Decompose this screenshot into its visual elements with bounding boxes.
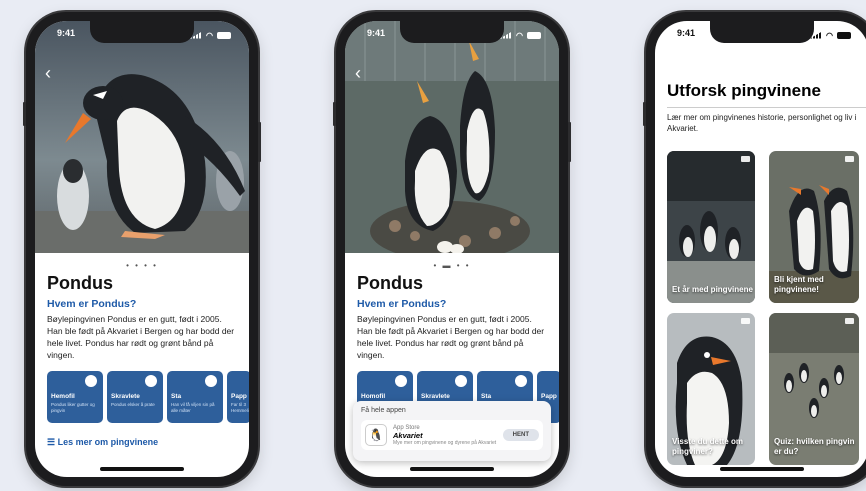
- app-row: 🐧 App Store Akvariet Mye mer om pingvine…: [361, 420, 543, 450]
- read-more-label: Les mer om pingvinene: [57, 437, 159, 447]
- phone-2: 9:41 ◠ ‹ • ▬ • • Pondus Hvem er Pondus? …: [333, 12, 571, 486]
- section-heading: Hvem er Pondus?: [357, 298, 447, 310]
- screen: 9:41 ◠ ‹ • ▬ • • Pondus Hvem er Pondus? …: [345, 21, 559, 477]
- page-title: Utforsk pingvinene: [667, 81, 821, 100]
- speaker-icon: [145, 375, 157, 387]
- app-name: Akvariet: [393, 430, 423, 440]
- trait-title: Sta: [481, 393, 492, 400]
- chat-bubble-icon: [515, 375, 527, 387]
- trait-title: Skravlete: [111, 393, 140, 400]
- trait-cards: Hemofil Pondus liker gutter og pingvin Sk…: [47, 371, 249, 423]
- tile-label: Bli kjent med pingvinene!: [774, 275, 824, 294]
- tile-label: Et år med pingvinene: [672, 285, 753, 294]
- explore-tile[interactable]: Bli kjent med pingvinene!: [769, 151, 859, 303]
- wifi-icon: ◠: [206, 30, 213, 40]
- wifi-icon: ◠: [516, 30, 523, 40]
- penguin-name: Pondus: [47, 273, 113, 293]
- heart-icon: [395, 375, 407, 387]
- battery-icon: [527, 31, 541, 39]
- read-more-link[interactable]: ☰ Les mer om pingvinene: [47, 437, 239, 448]
- signal-icon: [190, 31, 203, 39]
- phone-1: 9:41 ◠ ‹ • • • • Pondus Hvem er Pondus? …: [23, 12, 261, 486]
- page-indicator: • • • •: [126, 261, 158, 270]
- back-chevron-icon[interactable]: ‹: [355, 63, 361, 84]
- status-time: 9:41: [367, 28, 386, 38]
- home-indicator: [410, 467, 494, 471]
- trait-subtitle: Han vil få viljen sin på alle måter: [171, 402, 215, 413]
- side-button: [568, 122, 571, 162]
- battery-icon: [837, 31, 851, 39]
- explore-tile[interactable]: Quiz: hvilken pingvin er du?: [769, 313, 859, 465]
- home-indicator: [100, 467, 184, 471]
- status-time: 9:41: [677, 28, 696, 38]
- signal-icon: [500, 31, 513, 39]
- explore-tile[interactable]: Visste du dette om pingviner?: [667, 313, 755, 465]
- side-button: [643, 102, 646, 126]
- trait-card[interactable]: Skravlete Pondus elsker å prate: [107, 371, 163, 423]
- detail-content: Pondus Hvem er Pondus? Bøylepingvinen Po…: [47, 273, 249, 448]
- section-heading: Hvem er Pondus?: [47, 298, 137, 310]
- trait-title: Papp: [231, 393, 247, 400]
- page-subtitle: Lær mer om pingvinenes historie, personl…: [667, 113, 857, 133]
- trait-title: Sta: [171, 393, 182, 400]
- trait-title: Homofil: [361, 393, 386, 400]
- status-time: 9:41: [57, 28, 76, 38]
- phone-3: 9:41 ◠ Utforsk pingvinene Lær mer om pin…: [643, 12, 866, 486]
- divider: [667, 107, 866, 108]
- trait-subtitle: Pondus elsker å prate: [111, 402, 155, 407]
- quiz-icon: [845, 318, 854, 324]
- status-bar: 9:41 ◠: [345, 28, 559, 42]
- penguin-description: Bøylepingvinen Pondus er en gutt, født i…: [357, 314, 545, 360]
- trait-subtitle: Far til 3 Hemmelig: [231, 402, 249, 413]
- sheet-title: Få hele appen: [361, 407, 406, 414]
- side-button: [258, 122, 261, 162]
- video-icon: [741, 156, 750, 162]
- trait-title: Skravlete: [421, 393, 450, 400]
- trait-card[interactable]: Hemofil Pondus liker gutter og pingvin: [47, 371, 103, 423]
- home-indicator: [720, 467, 804, 471]
- app-store-icon: 🐧: [365, 424, 387, 446]
- back-chevron-icon[interactable]: ‹: [45, 63, 51, 84]
- app-tagline: Mye mer om pingvinene og dyrene på Akvar…: [393, 439, 497, 446]
- penguin-photo: [35, 21, 249, 253]
- status-bar: 9:41 ◠: [35, 28, 249, 42]
- penguin-description: Bøylepingvinen Pondus er en gutt, født i…: [47, 314, 235, 360]
- side-button: [333, 102, 336, 126]
- document-icon: [741, 318, 750, 324]
- video-icon: [845, 156, 854, 162]
- penguin-photo: [345, 21, 559, 253]
- trait-card[interactable]: Sta Han vil få viljen sin på alle måter: [167, 371, 223, 423]
- trait-subtitle: Pondus liker gutter og pingvin: [51, 402, 95, 413]
- trait-title: Hemofil: [51, 393, 75, 400]
- heart-icon: [85, 375, 97, 387]
- chat-bubble-icon: [205, 375, 217, 387]
- screen: 9:41 ◠ Utforsk pingvinene Lær mer om pin…: [655, 21, 866, 477]
- trait-title: Papp: [541, 393, 557, 400]
- status-bar: 9:41 ◠: [655, 28, 866, 42]
- side-button: [23, 102, 26, 126]
- penguin-name: Pondus: [357, 273, 423, 293]
- tile-label: Quiz: hvilken pingvin er du?: [774, 437, 855, 456]
- get-button[interactable]: HENT: [502, 429, 539, 441]
- app-clip-sheet: Få hele appen 🐧 App Store Akvariet Mye m…: [353, 401, 551, 461]
- speaker-icon: [455, 375, 467, 387]
- signal-icon: [810, 31, 823, 39]
- page-indicator: • ▬ • •: [433, 261, 471, 270]
- list-icon: ☰: [47, 437, 56, 447]
- tile-label: Visste du dette om pingviner?: [672, 437, 743, 456]
- wifi-icon: ◠: [826, 30, 833, 40]
- screen: 9:41 ◠ ‹ • • • • Pondus Hvem er Pondus? …: [35, 21, 249, 477]
- battery-icon: [217, 31, 231, 39]
- trait-card[interactable]: Papp Far til 3 Hemmelig: [227, 371, 249, 423]
- explore-tile[interactable]: Et år med pingvinene: [667, 151, 755, 303]
